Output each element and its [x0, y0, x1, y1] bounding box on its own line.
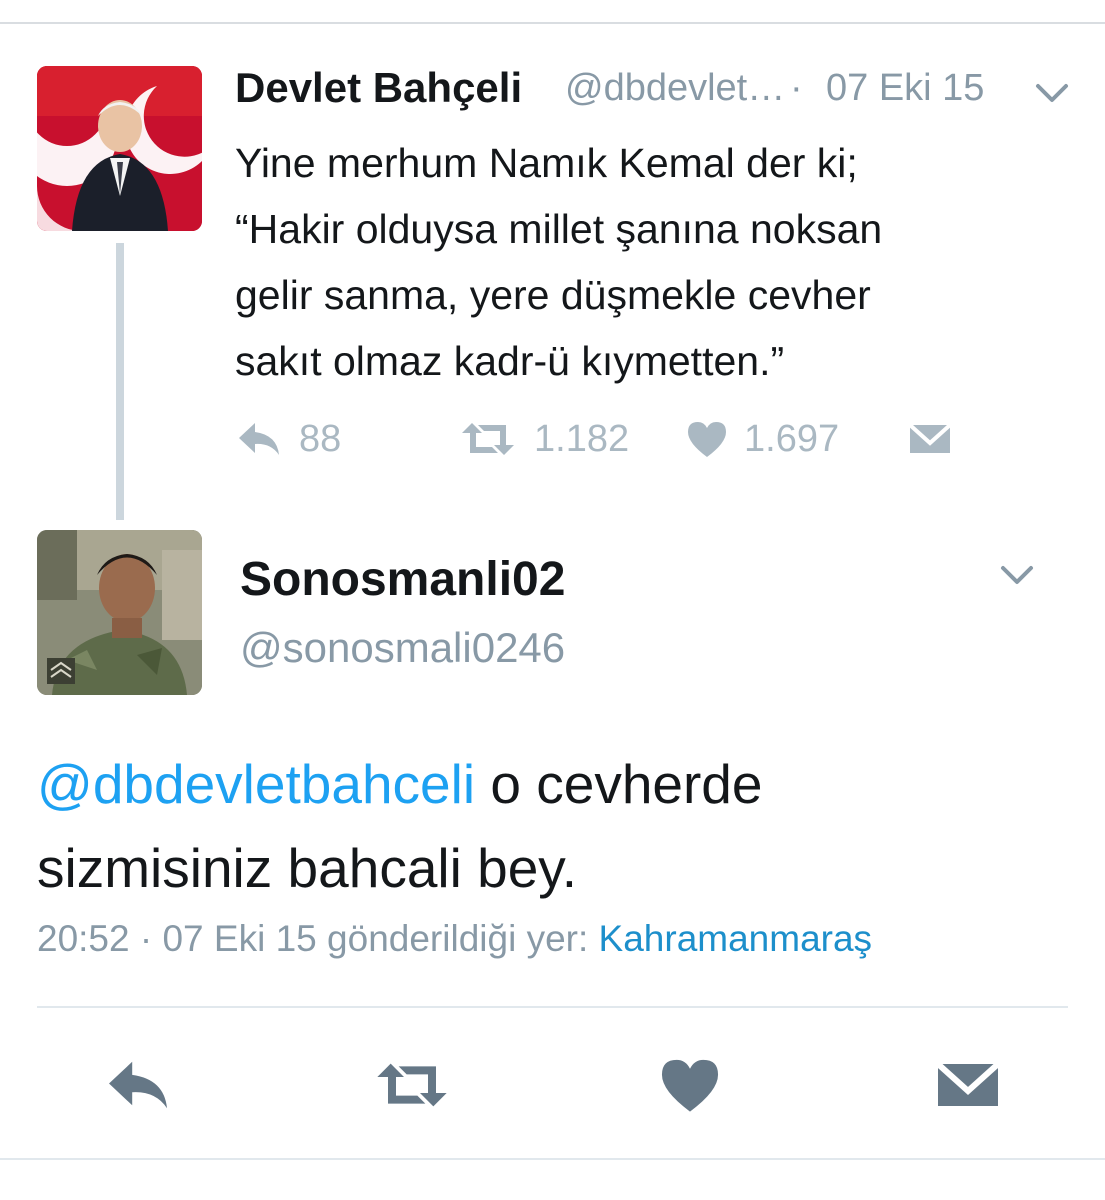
action-divider [37, 1006, 1068, 1008]
top-divider [0, 22, 1105, 24]
chevron-down-icon[interactable] [1032, 80, 1072, 106]
retweet-icon [377, 1063, 447, 1107]
envelope-icon [935, 1061, 1001, 1106]
envelope-icon [908, 423, 952, 453]
heart-icon [661, 1059, 719, 1112]
tweet-metadata: 20:52 · 07 Eki 15 gönderildiği yer: Kahr… [37, 918, 872, 960]
reply-text-segment: o cevherde [475, 753, 763, 815]
sent-from-label: gönderildiği yer: [327, 918, 589, 959]
thread-connector-line [116, 243, 124, 520]
parent-separator: · [790, 67, 803, 109]
heart-icon [688, 422, 726, 457]
parent-text-line: “Hakir olduysa millet şanına noksan [235, 206, 883, 252]
avatar-image [37, 66, 202, 231]
parent-text-line: gelir sanma, yere düşmekle cevher [235, 272, 871, 318]
parent-reply-button[interactable]: 88 [235, 412, 341, 466]
location-link[interactable]: Kahramanmaraş [599, 918, 873, 959]
bottom-divider [0, 1158, 1105, 1160]
like-button[interactable] [650, 1050, 730, 1120]
parent-like-button[interactable]: 1.697 [686, 412, 839, 466]
reply-author-name[interactable]: Sonosmanli02 [240, 552, 565, 607]
reply-text-line: sizmisiniz bahcali bey. [37, 837, 578, 899]
parent-author-name[interactable]: Devlet Bahçeli [235, 64, 522, 112]
tweet-date[interactable]: 07 Eki 15 [162, 918, 316, 959]
parent-retweet-button[interactable]: 1.182 [458, 412, 629, 466]
parent-text-line: Yine merhum Namık Kemal der ki; [235, 140, 858, 186]
meta-separator: · [139, 918, 153, 959]
reply-tweet-text: @dbdevletbahceli o cevherde sizmisiniz b… [37, 742, 763, 910]
retweet-button[interactable] [372, 1050, 452, 1120]
avatar-sonosmanli02[interactable] [37, 530, 202, 695]
parent-text-line: sakıt olmaz kadr-ü kıymetten.” [235, 338, 785, 384]
direct-message-button[interactable] [928, 1050, 1008, 1120]
retweet-count: 1.182 [534, 417, 630, 460]
reply-count: 88 [299, 417, 342, 460]
reply-icon [109, 1061, 167, 1109]
avatar-devlet-bahceli[interactable] [37, 66, 202, 231]
like-count: 1.697 [744, 417, 840, 460]
reply-icon [239, 423, 279, 455]
parent-author-handle[interactable]: @dbdevlet… [565, 67, 785, 110]
reply-button[interactable] [98, 1050, 178, 1120]
mention-link[interactable]: @dbdevletbahceli [37, 753, 475, 815]
chevron-down-icon[interactable] [997, 562, 1037, 588]
retweet-icon [462, 423, 514, 455]
avatar-image [37, 530, 202, 695]
parent-tweet-text: Yine merhum Namık Kemal der ki; “Hakir o… [235, 130, 1035, 394]
parent-message-button[interactable] [908, 412, 952, 466]
tweet-time[interactable]: 20:52 [37, 918, 130, 959]
reply-author-handle[interactable]: @sonosmali0246 [240, 624, 565, 672]
parent-date[interactable]: 07 Eki 15 [826, 67, 984, 110]
